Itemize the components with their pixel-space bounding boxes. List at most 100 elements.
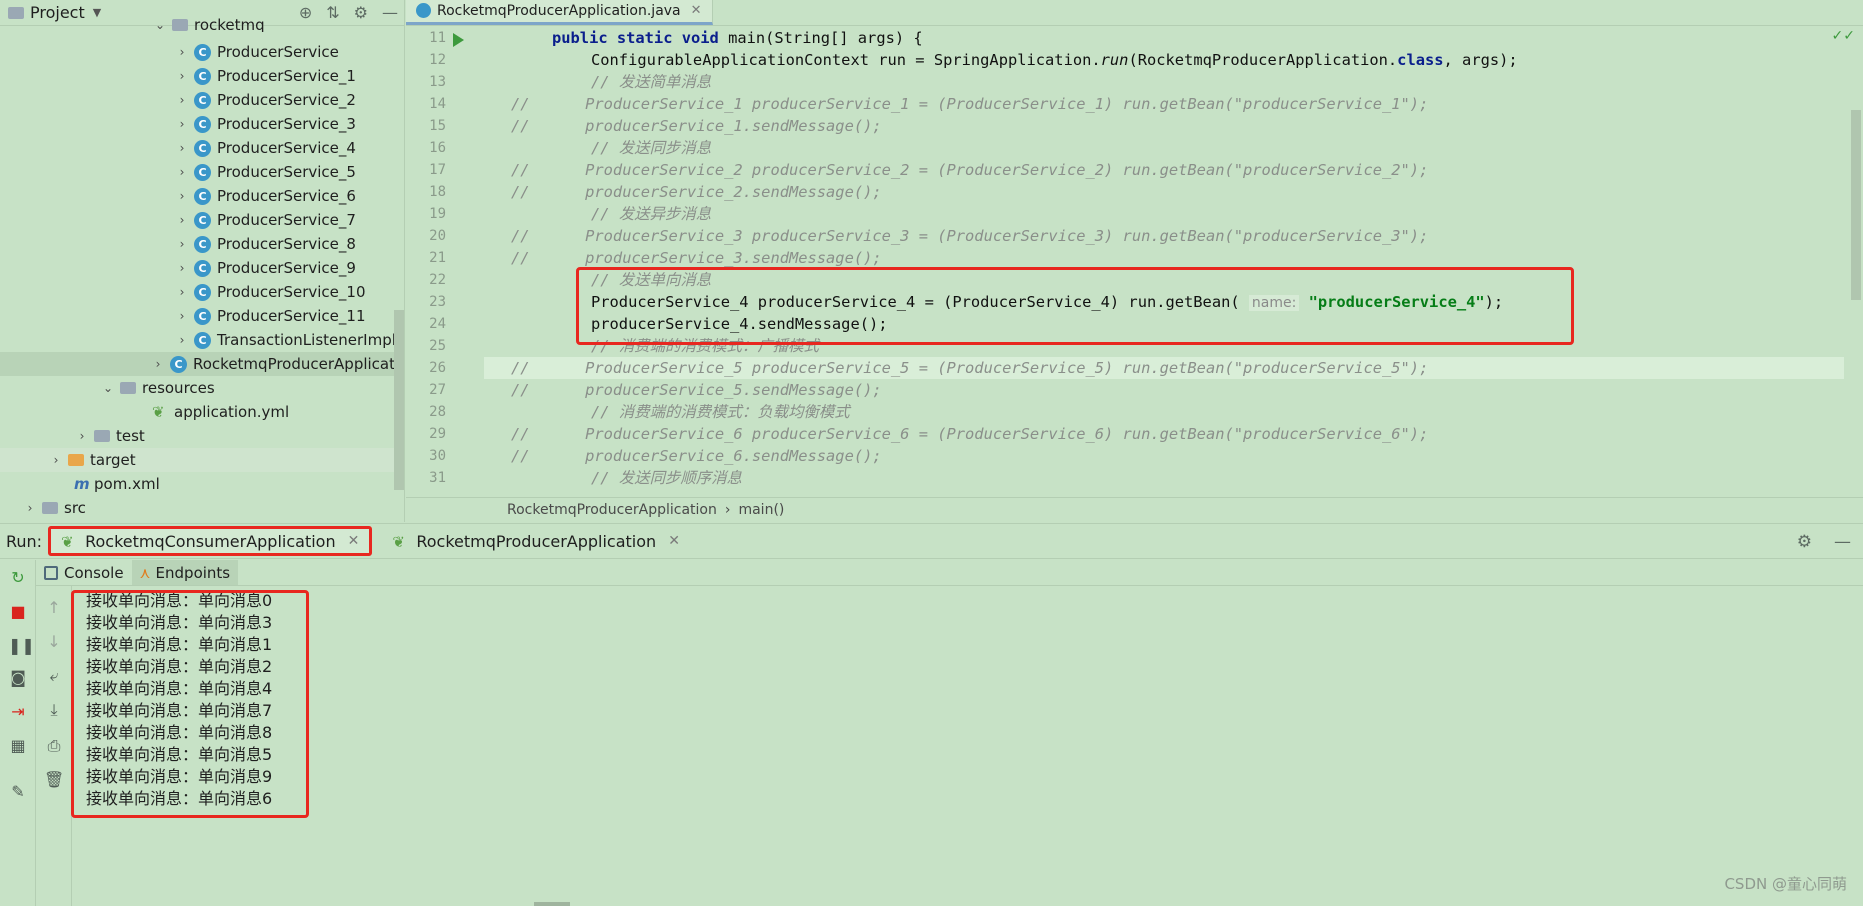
pause-icon[interactable]: ❚❚	[8, 636, 35, 656]
chevron-right-icon[interactable]: ›	[174, 261, 190, 275]
tree-folder-test[interactable]: › test	[0, 424, 404, 448]
resources-folder-icon	[120, 382, 136, 394]
code-line-17: // ProducerService_2 producerService_2 =…	[511, 161, 1429, 179]
arrow-down-icon[interactable]: ↓	[44, 632, 64, 652]
run-tab-consumer[interactable]: ❦ RocketmqConsumerApplication ✕	[48, 526, 373, 556]
tree-folder-src[interactable]: › src	[0, 496, 404, 520]
run-tab-producer[interactable]: ❦ RocketmqProducerApplication ✕	[382, 526, 690, 556]
tree-item-label: ProducerService_9	[217, 259, 356, 277]
exit-icon[interactable]: ⇥	[8, 702, 28, 722]
tree-folder-target[interactable]: › target	[0, 448, 404, 472]
code-line-28: // 消费端的消费模式：负载均衡模式	[591, 403, 850, 421]
chevron-right-icon[interactable]: ›	[174, 165, 190, 179]
maven-icon: m	[74, 475, 90, 493]
tree-item-class[interactable]: › C ProducerService_2	[0, 88, 404, 112]
chevron-right-icon[interactable]: ›	[74, 429, 90, 443]
code-line-29: // ProducerService_6 producerService_6 =…	[511, 425, 1429, 443]
project-scrollbar[interactable]	[394, 310, 404, 490]
editor-scrollbar[interactable]	[1851, 110, 1861, 300]
breadcrumb-method[interactable]: main()	[738, 502, 784, 518]
tree-item-class[interactable]: › C ProducerService_1	[0, 64, 404, 88]
tree-item-class[interactable]: › C TransactionListenerImpl	[0, 328, 404, 352]
chevron-right-icon[interactable]: ›	[174, 333, 190, 347]
scroll-to-end-icon[interactable]: ⤓	[44, 700, 64, 720]
chevron-down-icon[interactable]: ⌄	[152, 18, 168, 32]
rerun-icon[interactable]: ↻	[8, 568, 28, 588]
tab-endpoints[interactable]: ⋏ Endpoints	[131, 560, 239, 585]
code-line-11: public static void main(String[] args) {	[552, 29, 923, 47]
code-line-18: // producerService_2.sendMessage();	[511, 183, 882, 201]
tree-item-class[interactable]: › C ProducerService	[0, 40, 404, 64]
spring-leaf-icon: ❦	[152, 403, 165, 421]
console-tab-bar: Console ⋏ Endpoints	[36, 560, 1863, 586]
stop-icon[interactable]: ■	[8, 602, 28, 622]
java-class-icon	[416, 3, 431, 18]
chevron-right-icon[interactable]: ›	[174, 117, 190, 131]
line-number: 25	[429, 338, 446, 354]
chevron-right-icon[interactable]: ›	[174, 309, 190, 323]
line-number: 26	[429, 360, 446, 376]
tree-item-class[interactable]: › C ProducerService_11	[0, 304, 404, 328]
tree-item-class[interactable]: › C ProducerService_7	[0, 208, 404, 232]
chevron-right-icon[interactable]: ›	[174, 93, 190, 107]
tree-item-class[interactable]: › C ProducerService_6	[0, 184, 404, 208]
tree-item-label: ProducerService_10	[217, 283, 366, 301]
tree-item-label: ProducerService_11	[217, 307, 366, 325]
code-area[interactable]: public static void main(String[] args) {…	[484, 27, 1844, 496]
chevron-right-icon[interactable]: ›	[174, 69, 190, 83]
chevron-down-icon[interactable]: ⌄	[100, 381, 116, 395]
chevron-right-icon[interactable]: ›	[174, 213, 190, 227]
camera-icon[interactable]: ◙	[8, 668, 28, 688]
tree-item-class[interactable]: › C ProducerService_3	[0, 112, 404, 136]
line-number: 22	[429, 272, 446, 288]
chevron-right-icon[interactable]: ›	[174, 237, 190, 251]
tree-item-class[interactable]: › C ProducerService_10	[0, 280, 404, 304]
run-main-icon[interactable]	[453, 33, 464, 47]
chevron-right-icon[interactable]: ›	[150, 357, 166, 371]
line-number: 31	[429, 470, 446, 486]
line-number: 11	[429, 30, 446, 46]
soft-wrap-icon[interactable]: ⤶	[44, 666, 64, 686]
close-icon[interactable]: ✕	[691, 3, 702, 18]
chevron-right-icon[interactable]: ›	[22, 501, 38, 515]
breadcrumb-separator-icon: ›	[724, 502, 731, 518]
folder-icon	[94, 430, 110, 442]
tree-folder-rocketmq[interactable]: ⌄ rocketmq	[0, 18, 404, 32]
close-icon[interactable]: ✕	[668, 533, 680, 549]
tab-console[interactable]: Console	[36, 560, 132, 585]
chevron-right-icon[interactable]: ›	[174, 141, 190, 155]
code-line-26-current: // ProducerService_5 producerService_5 =…	[484, 357, 1844, 379]
tab-rocketmq-producer-application[interactable]: RocketmqProducerApplication.java ✕	[406, 0, 713, 25]
print-icon[interactable]: ⎙	[44, 736, 64, 756]
layout-icon[interactable]: ▦	[8, 736, 28, 756]
tree-item-class[interactable]: › C ProducerService_5	[0, 160, 404, 184]
tree-item-label: ProducerService_4	[217, 139, 356, 157]
minimize-icon[interactable]: —	[1834, 532, 1851, 552]
chevron-right-icon[interactable]: ›	[174, 189, 190, 203]
class-icon: C	[194, 187, 211, 205]
code-line-13: // 发送简单消息	[591, 73, 712, 91]
arrow-up-icon[interactable]: ↑	[44, 598, 64, 618]
tree-item-class[interactable]: › C ProducerService_9	[0, 256, 404, 280]
tree-item-application-yml[interactable]: ❦ application.yml	[0, 400, 404, 424]
tree-item-class[interactable]: › C ProducerService_4	[0, 136, 404, 160]
chevron-right-icon[interactable]: ›	[48, 453, 64, 467]
trash-icon[interactable]: 🗑	[44, 770, 64, 790]
code-line-27: // producerService_5.sendMessage();	[511, 381, 882, 399]
class-icon: C	[194, 235, 211, 253]
pin-icon[interactable]: ✎	[8, 782, 28, 802]
close-icon[interactable]: ✕	[348, 533, 360, 549]
tree-item-main-application[interactable]: › C RocketmqProducerApplicati	[0, 352, 404, 376]
horizontal-scrollbar[interactable]	[534, 902, 570, 906]
tree-item-pom-xml[interactable]: m pom.xml	[0, 472, 404, 496]
line-number: 21	[429, 250, 446, 266]
tree-folder-resources[interactable]: ⌄ resources	[0, 376, 404, 400]
tree-item-class[interactable]: › C ProducerService_8	[0, 232, 404, 256]
chevron-right-icon[interactable]: ›	[174, 45, 190, 59]
editor-tab-bar: RocketmqProducerApplication.java ✕	[406, 0, 1863, 26]
code-line-19: // 发送异步消息	[591, 205, 712, 223]
chevron-right-icon[interactable]: ›	[174, 285, 190, 299]
gear-icon[interactable]: ⚙	[1797, 532, 1812, 552]
breadcrumb-class[interactable]: RocketmqProducerApplication	[507, 502, 717, 518]
line-number: 20	[429, 228, 446, 244]
